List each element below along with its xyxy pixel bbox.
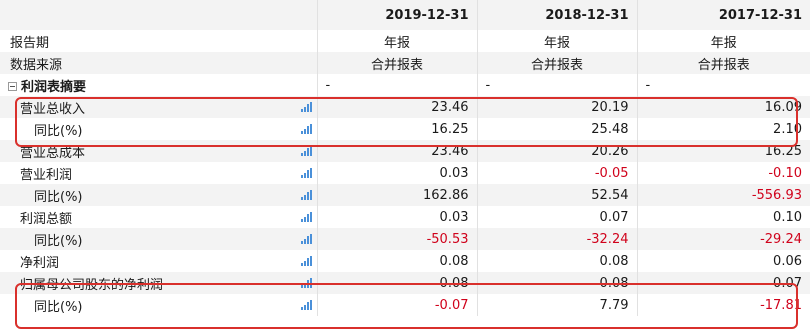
- bar-chart-icon[interactable]: [300, 212, 312, 222]
- table-cell: 年报: [637, 30, 810, 52]
- data-source-row: 数据来源 合并报表 合并报表 合并报表: [0, 52, 810, 74]
- table-row: 同比(%) 16.25 25.48 2.10: [0, 118, 810, 140]
- bar-chart-icon[interactable]: [300, 234, 312, 244]
- table-row: 营业总成本 23.46 20.26 16.25: [0, 140, 810, 162]
- row-label: 营业利润: [20, 167, 73, 183]
- table-cell: 16.09: [637, 96, 810, 118]
- bar-chart-icon[interactable]: [300, 124, 312, 134]
- table-cell: 20.19: [477, 96, 638, 118]
- table-cell: -0.05: [477, 162, 638, 184]
- table-cell: 合并报表: [637, 52, 810, 74]
- table-cell: 合并报表: [477, 52, 638, 74]
- report-period-row: 报告期 年报 年报 年报: [0, 30, 810, 52]
- table-cell: 23.46: [317, 96, 478, 118]
- column-header-2018[interactable]: 2018-12-31: [477, 0, 638, 30]
- table-cell: 52.54: [477, 184, 638, 206]
- table-cell: 0.03: [317, 162, 478, 184]
- table-cell: 0.08: [317, 272, 478, 294]
- table-cell: 0.08: [477, 272, 638, 294]
- table-cell: -556.93: [637, 184, 810, 206]
- table-cell: 7.79: [477, 294, 638, 316]
- table-cell: 23.46: [317, 140, 478, 162]
- bar-chart-icon[interactable]: [300, 278, 312, 288]
- data-rows: 营业总收入 23.46 20.19 16.09 同比(%) 16.25 25.48 2.10 营…: [0, 96, 810, 316]
- table-cell: 年报: [317, 30, 478, 52]
- table-cell: 0.07: [477, 206, 638, 228]
- section-label: 利润表摘要: [21, 79, 87, 95]
- table-cell: -: [477, 74, 638, 96]
- table-cell: 16.25: [637, 140, 810, 162]
- table-cell: -50.53: [317, 228, 478, 250]
- table-cell: 0.03: [317, 206, 478, 228]
- table-cell: 0.08: [477, 250, 638, 272]
- table-cell: 0.07: [637, 272, 810, 294]
- table-cell: 0.06: [637, 250, 810, 272]
- table-cell: 16.25: [317, 118, 478, 140]
- table-cell: 0.10: [637, 206, 810, 228]
- table-cell: 合并报表: [317, 52, 478, 74]
- row-label: 报告期: [10, 35, 50, 51]
- table-cell: -17.81: [637, 294, 810, 316]
- table-row: 同比(%) -50.53 -32.24 -29.24: [0, 228, 810, 250]
- table-row: 利润总额 0.03 0.07 0.10: [0, 206, 810, 228]
- row-label: 净利润: [20, 255, 60, 271]
- section-row: 利润表摘要 - - -: [0, 74, 810, 96]
- table-cell: 2.10: [637, 118, 810, 140]
- table-row: 净利润 0.08 0.08 0.06: [0, 250, 810, 272]
- table-row: 归属母公司股东的净利润 0.08 0.08 0.07: [0, 272, 810, 294]
- bar-chart-icon[interactable]: [300, 168, 312, 178]
- column-header-2019[interactable]: 2019-12-31: [317, 0, 478, 30]
- bar-chart-icon[interactable]: [300, 256, 312, 266]
- table-cell: -: [317, 74, 478, 96]
- collapse-minus-icon[interactable]: [8, 81, 17, 91]
- header-row: 2019-12-31 2018-12-31 2017-12-31: [0, 0, 810, 30]
- table-cell: -32.24: [477, 228, 638, 250]
- bar-chart-icon[interactable]: [300, 190, 312, 200]
- row-label: 归属母公司股东的净利润: [20, 277, 164, 293]
- column-header-2017[interactable]: 2017-12-31: [637, 0, 810, 30]
- row-label: 同比(%): [34, 299, 83, 315]
- row-label: 同比(%): [34, 123, 83, 139]
- table-cell: -: [637, 74, 810, 96]
- table-cell: 25.48: [477, 118, 638, 140]
- bar-chart-icon[interactable]: [300, 102, 312, 112]
- row-label: 数据来源: [10, 57, 63, 73]
- table-cell: 0.08: [317, 250, 478, 272]
- table-cell: 20.26: [477, 140, 638, 162]
- table-cell: 162.86: [317, 184, 478, 206]
- table-cell: -0.07: [317, 294, 478, 316]
- header-label-cell: [0, 0, 318, 30]
- row-label: 营业总成本: [20, 145, 86, 161]
- table-row: 营业利润 0.03 -0.05 -0.10: [0, 162, 810, 184]
- row-label: 营业总收入: [20, 101, 86, 117]
- table-row: 同比(%) -0.07 7.79 -17.81: [0, 294, 810, 316]
- table-cell: -29.24: [637, 228, 810, 250]
- table-row: 同比(%) 162.86 52.54 -556.93: [0, 184, 810, 206]
- row-label: 同比(%): [34, 233, 83, 249]
- bar-chart-icon[interactable]: [300, 146, 312, 156]
- row-label: 利润总额: [20, 211, 73, 227]
- row-label: 同比(%): [34, 189, 83, 205]
- bar-chart-icon[interactable]: [300, 300, 312, 310]
- financial-summary-table: 2019-12-31 2018-12-31 2017-12-31 报告期 年报 …: [0, 0, 810, 316]
- table-cell: 年报: [477, 30, 638, 52]
- table-row: 营业总收入 23.46 20.19 16.09: [0, 96, 810, 118]
- table-cell: -0.10: [637, 162, 810, 184]
